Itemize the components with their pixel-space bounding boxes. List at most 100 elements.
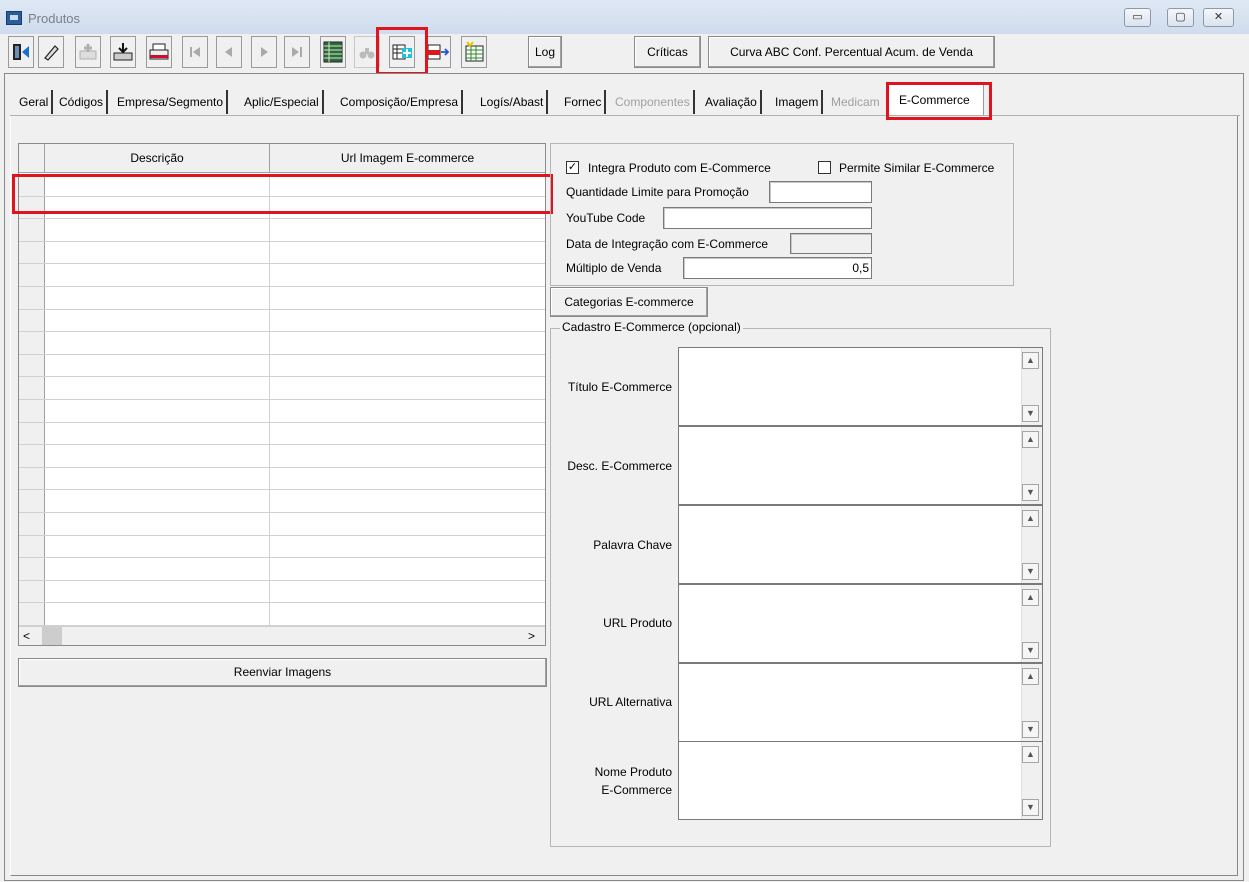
row-indicator[interactable] xyxy=(19,174,45,196)
exit-icon[interactable] xyxy=(8,36,34,68)
export-table-icon[interactable] xyxy=(425,36,451,68)
tab-codigos[interactable]: Códigos xyxy=(56,90,109,114)
maximize-icon[interactable]: ▢ xyxy=(1167,8,1194,27)
tab-aplic-especial[interactable]: Aplic/Especial xyxy=(241,90,324,114)
tab-imagem[interactable]: Imagem xyxy=(772,90,824,114)
row-indicator[interactable] xyxy=(19,603,45,625)
cell-descricao[interactable] xyxy=(45,241,270,264)
horizontal-scrollbar[interactable] xyxy=(19,626,545,645)
tab-geral[interactable]: Geral xyxy=(16,90,54,114)
table-row[interactable] xyxy=(19,558,545,581)
row-indicator[interactable] xyxy=(19,287,45,309)
table-row[interactable] xyxy=(19,174,545,197)
table-row[interactable] xyxy=(19,400,545,423)
close-icon[interactable]: ✕ xyxy=(1203,8,1234,27)
scroll-thumb[interactable] xyxy=(42,627,62,645)
table-row[interactable] xyxy=(19,354,545,378)
titulo-textarea[interactable]: ▲ ▼ xyxy=(678,347,1043,426)
row-indicator[interactable] xyxy=(19,377,45,399)
table-row[interactable] xyxy=(19,332,545,355)
edit-icon[interactable] xyxy=(38,36,64,68)
tab-empresa-segmento[interactable]: Empresa/Segmento xyxy=(114,90,229,114)
table-row[interactable] xyxy=(19,535,545,559)
row-indicator[interactable] xyxy=(19,422,45,445)
cell-descricao[interactable] xyxy=(45,580,270,603)
row-indicator[interactable] xyxy=(19,196,45,219)
row-indicator[interactable] xyxy=(19,219,45,241)
cell-descricao[interactable] xyxy=(45,400,270,422)
nome-produto-textarea[interactable]: ▲ ▼ xyxy=(678,741,1043,820)
save-icon[interactable] xyxy=(110,36,136,68)
first-record-icon[interactable] xyxy=(182,36,208,68)
last-record-icon[interactable] xyxy=(284,36,310,68)
images-grid[interactable]: Descrição Url Imagem E-commerce xyxy=(18,143,546,646)
qtd-limite-input[interactable] xyxy=(769,181,872,203)
row-indicator[interactable] xyxy=(19,467,45,490)
row-indicator[interactable] xyxy=(19,264,45,286)
table-row[interactable] xyxy=(19,287,545,310)
row-indicator[interactable] xyxy=(19,241,45,264)
table-row[interactable] xyxy=(19,445,545,468)
url-produto-textarea[interactable]: ▲ ▼ xyxy=(678,584,1043,663)
desc-textarea[interactable]: ▲ ▼ xyxy=(678,426,1043,505)
tab-ecommerce[interactable]: E-Commerce xyxy=(896,88,973,112)
categorias-ecommerce-button[interactable]: Categorias E-commerce xyxy=(550,287,708,317)
table-row[interactable] xyxy=(19,219,545,242)
cell-descricao[interactable] xyxy=(45,513,270,535)
table-row[interactable] xyxy=(19,490,545,513)
tab-composicao-empresa[interactable]: Composição/Empresa xyxy=(337,90,464,114)
table-row[interactable] xyxy=(19,309,545,333)
cell-descricao[interactable] xyxy=(45,377,270,399)
refresh-table-icon[interactable] xyxy=(461,36,487,68)
cell-descricao[interactable] xyxy=(45,196,270,219)
tab-avaliacao[interactable]: Avaliação xyxy=(702,90,762,114)
table-row[interactable] xyxy=(19,196,545,220)
cell-descricao[interactable] xyxy=(45,467,270,490)
cell-descricao[interactable] xyxy=(45,354,270,377)
cell-descricao[interactable] xyxy=(45,603,270,625)
criticas-button[interactable]: Críticas xyxy=(634,36,701,68)
row-indicator[interactable] xyxy=(19,309,45,332)
cell-descricao[interactable] xyxy=(45,264,270,286)
row-indicator[interactable] xyxy=(19,490,45,512)
row-indicator[interactable] xyxy=(19,354,45,377)
row-indicator[interactable] xyxy=(19,580,45,603)
tab-logis-abast[interactable]: Logís/Abast xyxy=(477,90,549,114)
reenviar-imagens-button[interactable]: Reenviar Imagens xyxy=(18,658,547,687)
similar-checkbox[interactable] xyxy=(818,161,831,174)
tab-fornec[interactable]: Fornec xyxy=(561,90,607,114)
url-alternativa-textarea[interactable]: ▲ ▼ xyxy=(678,663,1043,742)
print-icon[interactable] xyxy=(146,36,172,68)
next-record-icon[interactable] xyxy=(251,36,277,68)
cell-descricao[interactable] xyxy=(45,309,270,332)
table-row[interactable] xyxy=(19,241,545,265)
scroll-right-icon[interactable]: > xyxy=(528,628,542,644)
table-row[interactable] xyxy=(19,513,545,536)
column-header-descricao[interactable]: Descrição xyxy=(45,144,270,173)
row-indicator[interactable] xyxy=(19,513,45,535)
table-row[interactable] xyxy=(19,467,545,491)
table-row[interactable] xyxy=(19,422,545,446)
cell-descricao[interactable] xyxy=(45,219,270,241)
row-indicator[interactable] xyxy=(19,558,45,580)
cell-descricao[interactable] xyxy=(45,422,270,445)
curva-abc-button[interactable]: Curva ABC Conf. Percentual Acum. de Vend… xyxy=(708,36,995,68)
row-indicator[interactable] xyxy=(19,332,45,354)
table-row[interactable] xyxy=(19,377,545,400)
table-row[interactable] xyxy=(19,603,545,626)
column-header-url-imagem[interactable]: Url Imagem E-commerce xyxy=(270,144,545,173)
cell-descricao[interactable] xyxy=(45,287,270,309)
cell-descricao[interactable] xyxy=(45,174,270,196)
multiplo-input[interactable]: 0,5 xyxy=(683,257,872,279)
row-indicator[interactable] xyxy=(19,445,45,467)
cell-descricao[interactable] xyxy=(45,535,270,558)
insert-table-icon[interactable] xyxy=(389,36,415,68)
cell-descricao[interactable] xyxy=(45,490,270,512)
cell-descricao[interactable] xyxy=(45,558,270,580)
cell-descricao[interactable] xyxy=(45,332,270,354)
table-row[interactable] xyxy=(19,264,545,287)
scroll-left-icon[interactable]: < xyxy=(23,628,37,644)
grid-view-icon[interactable] xyxy=(320,36,346,68)
table-row[interactable] xyxy=(19,580,545,604)
log-button[interactable]: Log xyxy=(528,36,562,68)
